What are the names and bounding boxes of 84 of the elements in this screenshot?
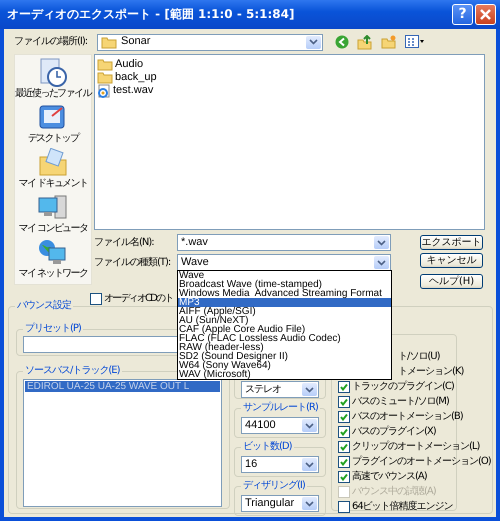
back-icon[interactable] — [335, 35, 349, 49]
channel-combo[interactable]: ステレオ — [241, 381, 319, 398]
places-item[interactable]: マイ ドキュメント — [18, 148, 88, 193]
checkbox-label: バスのプラグイン(X) — [352, 426, 436, 438]
window-title: オーディオのエクスポート - [範囲 1:1:0 - 5:1:84] — [7, 7, 296, 22]
bit-depth-combo[interactable]: 16 — [241, 456, 319, 473]
dropdown-option[interactable]: Windows Media Advanced Streaming Format — [178, 289, 391, 298]
caret-icon — [305, 500, 314, 506]
dither-combo[interactable]: Triangular — [241, 495, 319, 512]
checkbox[interactable] — [338, 396, 350, 408]
dropdown-option[interactable]: SD2 (Sound Designer II) — [178, 352, 391, 361]
checkbox[interactable] — [338, 410, 350, 422]
file-item[interactable]: test.wav — [97, 84, 482, 97]
group-title: ビット数(D) — [241, 441, 294, 453]
dropdown-option[interactable]: MP3 — [178, 298, 391, 307]
place-label: マイ コンピュータ — [18, 223, 88, 235]
audio-file-icon — [97, 84, 111, 98]
dropdown-option[interactable]: Broadcast Wave (time-stamped) — [178, 280, 391, 289]
up-folder-icon[interactable] — [357, 34, 373, 50]
dropdown-option[interactable]: AIFF (Apple/SGI) — [178, 307, 391, 316]
caret-icon — [305, 386, 314, 392]
group-title: ディザリング(I) — [241, 480, 307, 492]
place-label: マイ ネットワーク — [18, 268, 88, 280]
view-menu-icon[interactable] — [405, 35, 425, 49]
document-folder-icon — [37, 148, 69, 178]
group-title: ソースバス/トラック(E) — [23, 365, 122, 377]
checkbox-label: オーディオCDのト — [104, 292, 172, 304]
dropdown-option[interactable]: RAW (header-less) — [178, 343, 391, 352]
checkbox[interactable] — [338, 380, 350, 392]
help-button[interactable]: ヘルプ(H) — [420, 274, 483, 289]
file-name-combo[interactable]: *.wav — [177, 234, 391, 251]
close-icon — [479, 8, 492, 21]
checkbox[interactable] — [338, 470, 350, 482]
checkbox-label: バウンス中の試聴(A) — [352, 486, 436, 498]
checkbox-label: クリップのオートメーション(L) — [352, 440, 480, 452]
checkbox-label: ト/ソロ(U) — [398, 350, 440, 362]
place-label: マイ ドキュメント — [18, 178, 88, 190]
dropdown-option[interactable]: AU (Sun/NeXT) — [178, 316, 391, 325]
places-item[interactable]: マイ ネットワーク — [18, 238, 88, 283]
caret-icon — [309, 39, 318, 45]
sample-rate-combo[interactable]: 44100 — [241, 417, 319, 434]
group-title: サンプルレート(R) — [241, 402, 320, 414]
checkbox-label: プラグインのオートメーション(O) — [352, 456, 491, 468]
dropdown-option[interactable]: W64 (Sony Wave64) — [178, 361, 391, 370]
checkbox-label: バスのオートメーション(B) — [352, 410, 463, 422]
export-button[interactable]: エクスポート — [420, 235, 483, 250]
checkbox-label: バスのミュート/ソロ(M) — [352, 396, 449, 408]
checkbox[interactable] — [338, 440, 350, 452]
help-button[interactable]: ? — [452, 4, 473, 25]
dropdown-option[interactable]: Wave — [178, 271, 391, 280]
places-item[interactable]: 最近使ったファイル — [15, 58, 91, 103]
look-in-combo[interactable]: Sonar — [97, 34, 323, 50]
cancel-button[interactable]: キャンセル — [420, 253, 483, 268]
checkbox[interactable] — [338, 500, 350, 512]
caret-icon — [377, 260, 386, 266]
caret-icon — [377, 240, 386, 246]
group-title: バウンス設定 — [15, 300, 73, 312]
dropdown-option[interactable]: FLAC (FLAC Lossless Audio Codec) — [178, 334, 391, 343]
checkbox[interactable] — [90, 292, 102, 304]
dropdown-option[interactable]: WAV (Microsoft) — [178, 370, 391, 379]
file-name-label: ファイル名(N): — [94, 236, 155, 248]
look-in-label: ファイルの場所(I): — [14, 36, 88, 48]
checkbox-label: トメーション(K) — [398, 366, 464, 378]
place-label: 最近使ったファイル — [15, 88, 91, 100]
checkbox-label: 高速でバウンス(A) — [352, 470, 427, 482]
place-label: デスクトップ — [28, 133, 78, 145]
checkbox-label: トラックのプラグイン(C) — [352, 380, 454, 392]
checkbox[interactable] — [338, 456, 350, 468]
file-item[interactable]: back_up — [97, 71, 482, 84]
checkbox[interactable] — [338, 426, 350, 438]
folder-icon — [97, 71, 113, 84]
file-item[interactable]: Audio — [97, 58, 482, 71]
places-item[interactable]: マイ コンピュータ — [18, 193, 88, 238]
folder-icon — [97, 58, 113, 71]
folder-icon — [101, 36, 117, 48]
file-type-label: ファイルの種類(T): — [94, 256, 172, 268]
caret-icon — [305, 422, 314, 428]
checkbox-label: 64ビット倍精度エンジン — [352, 500, 453, 512]
close-button[interactable] — [475, 4, 496, 25]
file-type-combo[interactable]: Wave — [177, 254, 391, 271]
caret-icon — [305, 462, 314, 468]
places-item[interactable]: デスクトップ — [28, 103, 78, 148]
group-title: プリセット(P) — [23, 323, 83, 335]
dropdown-option[interactable]: CAF (Apple Core Audio File) — [178, 325, 391, 334]
